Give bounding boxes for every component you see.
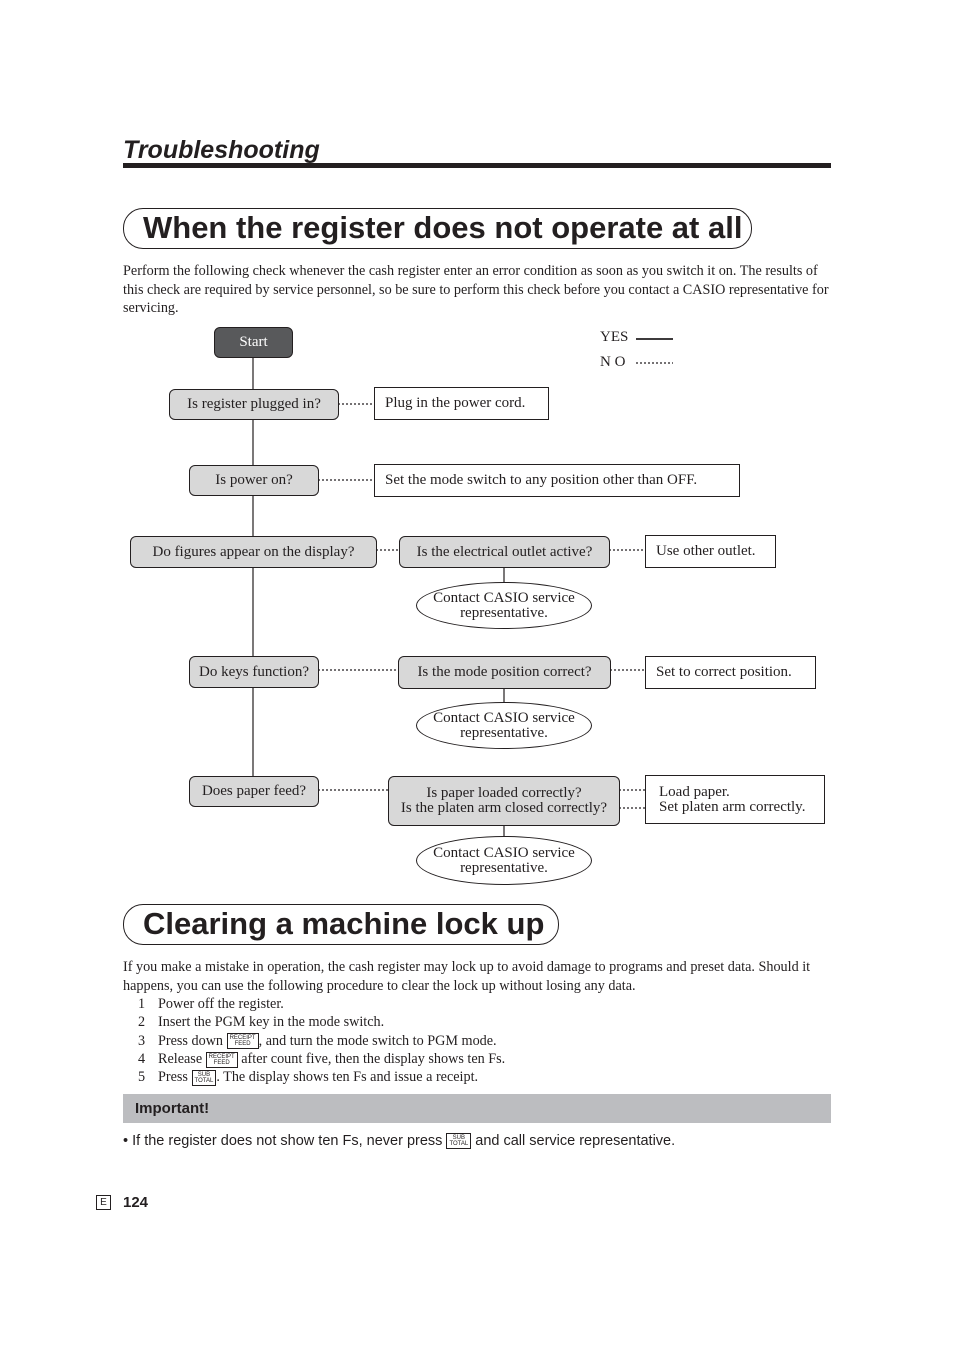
question-power-on: Is power on? [189, 465, 319, 496]
step-number: 3 [138, 1032, 146, 1049]
question-figures-display: Do figures appear on the display? [130, 536, 377, 568]
action-other-outlet: Use other outlet. [645, 535, 776, 568]
contact-text: Contact CASIO service [433, 709, 575, 726]
contact-text: representative. [460, 724, 548, 741]
contact-text: Contact CASIO service [433, 589, 575, 606]
step: 4 Release RECEIPT FEED after count five, t… [138, 1050, 505, 1068]
start-node: Start [214, 327, 293, 358]
step-number: 1 [138, 996, 146, 1012]
legend-yes: YES [600, 329, 629, 345]
contact-casio-2: Contact CASIO service representative. [416, 702, 592, 749]
subtotal-key-icon: SUB TOTAL [191, 1069, 217, 1086]
step-text: after count five, then the display shows… [237, 1050, 506, 1067]
note-text: • If the register does not show ten Fs, … [123, 1133, 443, 1149]
step-text: . The display shows ten Fs and issue a r… [216, 1069, 479, 1086]
step-number: 4 [138, 1050, 146, 1067]
question-text: Is the platen arm closed correctly? [400, 800, 608, 816]
contact-text: Contact CASIO service [433, 844, 575, 861]
lockup-paragraph: If you make a mistake in operation, the … [123, 959, 811, 994]
contact-casio-1: Contact CASIO service representative. [416, 582, 592, 629]
contact-text: representative. [460, 859, 548, 876]
action-mode-switch: Set the mode switch to any position othe… [374, 464, 740, 497]
page-number: 124 [123, 1194, 149, 1211]
step: 2 Insert the PGM key in the mode switch. [138, 1013, 505, 1031]
question-mode-position: Is the mode position correct? [398, 656, 611, 689]
question-keys-function: Do keys function? [189, 656, 319, 688]
legend-no: N O [600, 354, 626, 370]
heading-lock-up: Clearing a machine lock up [123, 904, 559, 945]
step-text: Press down [158, 1032, 224, 1049]
question-paper-feed: Does paper feed? [189, 776, 319, 807]
action-load-paper: Load paper. Set platen arm correctly. [645, 775, 825, 824]
language-marker: E [96, 1195, 111, 1210]
action-correct-position: Set to correct position. [645, 656, 816, 689]
action-text: Set platen arm correctly. [659, 798, 806, 815]
important-banner: Important! [123, 1094, 831, 1123]
action-text: Load paper. [659, 783, 730, 800]
step: 3 Press down RECEIPT FEED, and turn the mo… [138, 1032, 505, 1050]
manual-page: Troubleshooting When the register does n… [0, 0, 954, 1350]
step-text: , and turn the mode switch to PGM mode. [258, 1032, 497, 1049]
step-text: Power off the register. [158, 996, 284, 1012]
question-plugged-in: Is register plugged in? [169, 389, 339, 420]
step-number: 5 [138, 1069, 146, 1086]
procedure-steps: 1 Power off the register. 2 Insert the PGM… [138, 995, 505, 1086]
note-text: and call service representative. [475, 1133, 676, 1149]
step-number: 2 [138, 1014, 146, 1031]
action-plug-in: Plug in the power cord. [374, 387, 549, 420]
step: 5 Press SUB TOTAL. The display shows ten F… [138, 1068, 505, 1086]
step-text: Insert the PGM key in the mode switch. [158, 1014, 385, 1031]
step: 1 Power off the register. [138, 995, 505, 1013]
question-paper-loaded: Is paper loaded correctly? Is the platen … [388, 776, 620, 826]
important-note: • If the register does not show ten Fs, … [123, 1133, 676, 1150]
subtotal-key-icon: SUB TOTAL [446, 1133, 472, 1150]
contact-casio-3: Contact CASIO service representative. [416, 836, 592, 885]
contact-text: representative. [460, 604, 548, 621]
step-text: Release [158, 1050, 203, 1067]
step-text: Press [158, 1069, 188, 1086]
question-outlet-active: Is the electrical outlet active? [399, 536, 610, 568]
question-text: Is paper loaded correctly? [426, 785, 582, 801]
receipt-feed-key-icon: RECEIPT FEED [226, 1033, 259, 1050]
receipt-feed-key-icon: RECEIPT FEED [205, 1051, 238, 1068]
